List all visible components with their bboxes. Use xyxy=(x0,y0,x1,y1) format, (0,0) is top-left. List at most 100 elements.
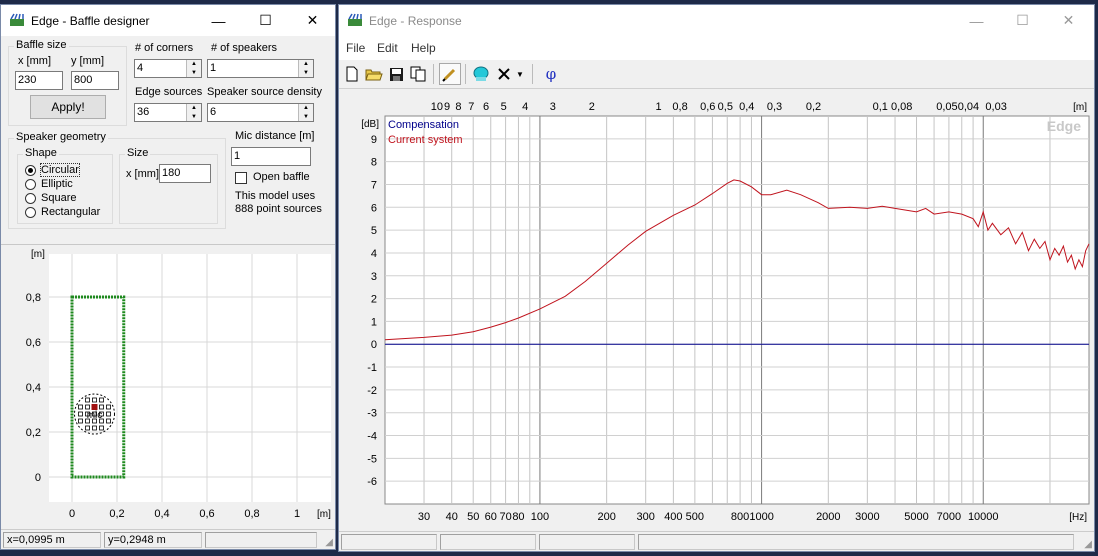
open-baffle-checkbox[interactable] xyxy=(235,172,247,184)
close-button[interactable]: ✕ xyxy=(1046,5,1091,36)
top-tick-label: 0,3 xyxy=(767,101,782,113)
shape-radio-square[interactable] xyxy=(25,193,36,204)
spin-down-icon[interactable]: ▼ xyxy=(299,69,313,78)
corners-value: 4 xyxy=(137,62,144,74)
x-tick-label: 0,4 xyxy=(154,508,169,520)
top-tick-label: 0,04 xyxy=(958,101,979,113)
spin-down-icon[interactable]: ▼ xyxy=(187,113,201,122)
spin-up-icon[interactable]: ▲ xyxy=(299,104,313,113)
y-unit-label: [m] xyxy=(31,249,45,260)
toolbar-separator xyxy=(465,64,466,84)
x-tick-label: 0,2 xyxy=(109,508,124,520)
y-tick-label: -4 xyxy=(367,431,377,443)
speaker-point-source xyxy=(106,404,111,410)
x-tick-label: 200 xyxy=(597,511,615,523)
apply-button[interactable]: Apply! xyxy=(30,95,106,119)
response-chart-panel[interactable]: 9 8 7 6 5 4 3 2 1 0 -1 -2 -3 -4 -5 -6 [dB] 30 40 50 60 70 80 10… xyxy=(339,90,1094,531)
baffle-status-bar: x=0,0995 m y=0,2948 m ◢ xyxy=(1,529,335,549)
y-tick-label: -6 xyxy=(367,476,377,488)
menu-file[interactable]: File xyxy=(346,41,365,55)
minimize-button[interactable]: — xyxy=(954,5,999,36)
top-tick-label: 6 xyxy=(483,101,489,113)
y-tick-label: 9 xyxy=(371,134,377,146)
x-tick-label: 70 xyxy=(499,511,511,523)
minimize-button[interactable]: — xyxy=(196,5,241,36)
top-tick-label: 0,6 xyxy=(700,101,715,113)
status-pane-4 xyxy=(638,534,1074,550)
maximize-button[interactable]: ☐ xyxy=(243,5,288,36)
shape-label-rectangular[interactable]: Rectangular xyxy=(41,206,100,218)
top-tick-label: 9 xyxy=(444,101,450,113)
delete-x-icon[interactable] xyxy=(493,63,515,85)
y-tick-label: 0,4 xyxy=(26,382,41,394)
size-unit-label: x [mm] xyxy=(126,168,159,180)
baffle-titlebar[interactable]: Edge - Baffle designer — ☐ ✕ xyxy=(1,5,335,36)
x-tick-label: 100 xyxy=(531,511,549,523)
shape-radio-rectangular[interactable] xyxy=(25,207,36,218)
resize-grip-icon[interactable]: ◢ xyxy=(325,537,333,548)
phase-icon[interactable]: φ xyxy=(540,63,562,85)
speakers-spinner[interactable]: 1 ▲ ▼ xyxy=(207,59,314,78)
spin-up-icon[interactable]: ▲ xyxy=(187,60,201,69)
open-folder-icon[interactable] xyxy=(363,63,385,85)
x-tick-label: 0 xyxy=(69,508,75,520)
shape-radio-circular[interactable] xyxy=(25,165,36,176)
baffle-x-input[interactable]: 230 xyxy=(15,71,63,90)
speaker-point-source xyxy=(92,397,97,403)
window-title: Edge - Baffle designer xyxy=(31,14,150,28)
top-tick-label: 0,1 xyxy=(873,101,888,113)
x-unit-label: [m] xyxy=(317,509,331,520)
baffle-plot-area xyxy=(49,254,331,502)
speaker-point-source xyxy=(78,411,83,417)
spin-up-icon[interactable]: ▲ xyxy=(299,60,313,69)
status-pane-1 xyxy=(341,534,437,550)
x-tick-label: 0,8 xyxy=(244,508,259,520)
speaker-icon[interactable] xyxy=(470,63,492,85)
shape-label-square[interactable]: Square xyxy=(41,192,76,204)
maximize-button[interactable]: ☐ xyxy=(1000,5,1045,36)
y-mm-label: y [mm] xyxy=(71,55,104,67)
top-tick-label: 4 xyxy=(522,101,528,113)
mic-distance-input[interactable]: 1 xyxy=(231,147,311,166)
shape-label-elliptic[interactable]: Elliptic xyxy=(41,178,73,190)
baffle-y-input[interactable]: 800 xyxy=(71,71,119,90)
response-chart[interactable]: 9876543210-1-2-3-4-5-6[dB]30 40 50 60 70 80 10… xyxy=(339,90,1094,531)
mic-label: mic xyxy=(87,410,103,421)
resize-grip-icon[interactable]: ◢ xyxy=(1084,539,1092,550)
y-tick-label: -5 xyxy=(367,453,377,465)
corners-spinner[interactable]: 4 ▲ ▼ xyxy=(134,59,202,78)
baffle-plot[interactable]: 0 0,2 0,4 0,6 0,8 1 0,8 0,6 0,4 0,2 0 [m] [m] mic xyxy=(1,245,335,531)
x-tick-label: 300 xyxy=(637,511,655,523)
spin-up-icon[interactable]: ▲ xyxy=(187,104,201,113)
save-disk-icon[interactable] xyxy=(385,63,407,85)
speaker-density-value: 6 xyxy=(210,106,217,118)
menu-edit[interactable]: Edit xyxy=(377,41,398,55)
shape-label-circular[interactable]: Circular xyxy=(40,163,80,177)
top-tick-label: 1 xyxy=(656,101,662,113)
pen-icon[interactable] xyxy=(439,63,461,85)
open-baffle-label[interactable]: Open baffle xyxy=(253,171,310,183)
x-tick-label: 800 xyxy=(731,511,749,523)
speaker-point-source xyxy=(85,397,90,403)
close-button[interactable]: ✕ xyxy=(290,5,335,36)
speaker-point-source xyxy=(78,404,83,410)
edge-sources-value: 36 xyxy=(137,106,150,118)
speaker-size-input[interactable]: 180 xyxy=(159,164,211,183)
spin-down-icon[interactable]: ▼ xyxy=(187,69,201,78)
menu-help[interactable]: Help xyxy=(411,41,436,55)
edge-sources-spinner[interactable]: 36 ▲ ▼ xyxy=(134,103,202,122)
response-titlebar[interactable]: Edge - Response — ☐ ✕ xyxy=(339,5,1094,36)
phase-glyph: φ xyxy=(545,65,557,83)
shape-radio-elliptic[interactable] xyxy=(25,179,36,190)
dropdown-arrow-icon[interactable]: ▼ xyxy=(514,63,526,85)
y-tick-label: 0,2 xyxy=(26,427,41,439)
y-tick-label: 0,8 xyxy=(26,292,41,304)
new-file-icon[interactable] xyxy=(341,63,363,85)
speaker-density-spinner[interactable]: 6 ▲ ▼ xyxy=(207,103,314,122)
corners-label: # of corners xyxy=(135,42,194,54)
baffle-plot-panel[interactable]: 0 0,2 0,4 0,6 0,8 1 0,8 0,6 0,4 0,2 0 [m] [m] mic xyxy=(1,244,335,530)
baffle-designer-window: Edge - Baffle designer — ☐ ✕ Baffle size… xyxy=(0,4,336,550)
speakers-label: # of speakers xyxy=(211,42,278,54)
spin-down-icon[interactable]: ▼ xyxy=(299,113,313,122)
copy-icon[interactable] xyxy=(407,63,429,85)
